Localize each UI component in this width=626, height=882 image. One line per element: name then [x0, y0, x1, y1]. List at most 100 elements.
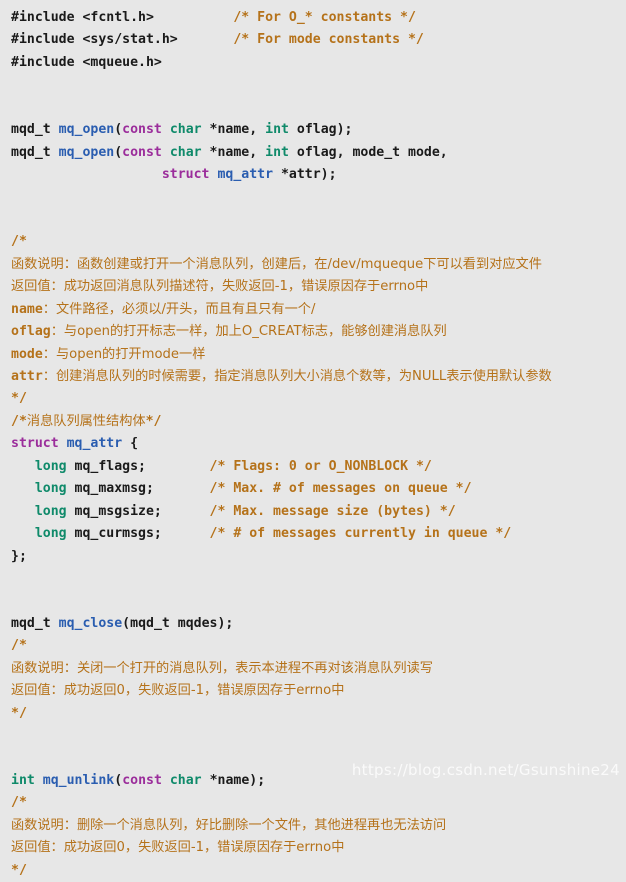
code-token-type: long	[34, 503, 67, 519]
code-line: #include <fcntl.h> /* For O_* constants …	[11, 7, 626, 29]
code-token-cjk: 成功返回0，失败返回-1，错误原因存于errno中	[63, 683, 345, 699]
code-token-plain: oflag	[288, 122, 337, 138]
code-line: int mq_unlink(const char *name);	[11, 770, 626, 792]
code-token-plain: *attr	[273, 167, 321, 183]
code-token-comment: /*	[11, 795, 27, 811]
code-token-keyword: struct	[161, 167, 210, 183]
code-token-cjk: 函数说明：	[11, 256, 77, 272]
code-token-cjk: ：	[42, 369, 56, 384]
code-token-plain: mqd_t	[11, 144, 59, 160]
code-token-punct: );	[320, 167, 337, 183]
code-token-punct: {	[130, 436, 139, 452]
code-token-comment: /* Max. # of messages on queue */	[209, 481, 472, 497]
code-token-comment: /* For mode constants */	[233, 32, 424, 48]
code-token-type: char	[169, 122, 202, 138]
code-token-punct: (	[122, 615, 131, 631]
code-token-punct: );	[217, 615, 234, 631]
code-token-cjk: ：	[42, 301, 56, 317]
code-token-punct: (	[114, 122, 123, 138]
code-token-type: long	[34, 481, 67, 497]
code-token-plain: mq_flags;	[66, 458, 146, 474]
code-line: */	[11, 703, 626, 725]
code-token-type: int	[11, 772, 35, 788]
code-line: name：文件路径，必须以/开头，而且有且只有一个/	[11, 299, 626, 321]
code-token-type: long	[34, 458, 67, 474]
code-token-comment: /* Flags: 0 or O_NONBLOCK */	[209, 458, 432, 474]
code-token-cjk: 消息队列属性结构体	[26, 413, 146, 429]
code-token-keyword: const	[122, 772, 162, 788]
code-token-comment: /* For O_* constants */	[233, 10, 416, 25]
code-token-punct: );	[336, 122, 353, 138]
code-token-plain: *name	[201, 772, 250, 788]
code-token-punct: };	[11, 548, 27, 564]
code-token-plain: mq_curmsgs;	[66, 526, 162, 542]
code-token-keyword: const	[122, 122, 162, 138]
code-token-cjk: 成功返回0，失败返回-1，错误原因存于errno中	[63, 840, 345, 856]
code-line: #include <sys/stat.h> /* For mode consta…	[11, 29, 626, 51]
code-line: #include <mqueue.h>	[11, 52, 626, 74]
code-line: 函数说明：删除一个消息队列，好比删除一个文件，其他进程再也无法访问	[11, 815, 626, 837]
code-token-cjk: 返回值：	[11, 683, 64, 699]
code-token-plain: mqd_t	[11, 615, 59, 631]
code-block: #include <fcntl.h> /* For O_* constants …	[0, 0, 626, 878]
code-token-comment: attr	[11, 369, 43, 384]
code-token-cjk: 文件路径，必须以/开头，而且有且只有一个/	[55, 301, 316, 317]
code-token-plain: #include <fcntl.h>	[11, 10, 154, 25]
code-token-plain: oflag, mode_t mode,	[288, 144, 448, 160]
code-line: /*消息队列属性结构体*/	[11, 411, 626, 433]
code-token-cjk: 删除一个消息队列，好比删除一个文件，其他进程再也无法访问	[76, 817, 447, 833]
code-line: 返回值：成功返回消息队列描述符，失败返回-1，错误原因存于errno中	[11, 276, 626, 298]
code-token-cjk: 关闭一个打开的消息队列，表示本进程不再对该消息队列读写	[76, 660, 433, 676]
code-token-plain: #include <sys/stat.h>	[11, 32, 178, 48]
code-token-punct: );	[249, 772, 266, 788]
code-token-type: int	[265, 144, 289, 160]
code-line: long mq_curmsgs; /* # of messages curren…	[11, 523, 626, 545]
code-token-func: mq_open	[58, 144, 115, 160]
code-token-comment: /*	[11, 413, 27, 429]
code-line: /*	[11, 231, 626, 253]
code-token-comment: /* Max. message size (bytes) */	[209, 503, 456, 519]
code-token-comment: /* # of messages currently in queue */	[209, 526, 512, 542]
code-line: mode：与open的打开mode一样	[11, 344, 626, 366]
code-token-comment: mode	[11, 346, 43, 362]
code-line: mqd_t mq_open(const char *name, int ofla…	[11, 142, 626, 164]
code-token-comment: */	[145, 413, 162, 429]
code-token-type: char	[169, 772, 202, 788]
code-token-plain: mq_msgsize;	[66, 503, 162, 519]
code-token-func: mq_attr	[217, 167, 274, 183]
code-line: attr：创建消息队列的时候需要，指定消息队列大小消息个数等，为NULL表示使用…	[11, 366, 626, 388]
code-line: long mq_flags; /* Flags: 0 or O_NONBLOCK…	[11, 456, 626, 478]
code-lines-container: #include <fcntl.h> /* For O_* constants …	[11, 7, 626, 882]
code-line: long mq_maxmsg; /* Max. # of messages on…	[11, 478, 626, 500]
code-token-punct: (	[114, 144, 123, 160]
code-token-plain: *name,	[201, 122, 266, 138]
code-token-plain: #include <mqueue.h>	[11, 54, 162, 70]
code-token-type: long	[34, 526, 67, 542]
code-token-cjk: 与open的打开标志一样，加上O_CREAT标志，能够创建消息队列	[63, 324, 447, 340]
code-token-comment: /*	[11, 234, 27, 250]
code-token-cjk: 返回值：	[11, 840, 64, 856]
code-token-plain: mq_maxmsg;	[66, 481, 154, 497]
code-line: /*	[11, 792, 626, 814]
code-line: };	[11, 546, 626, 568]
code-token-type: int	[265, 122, 289, 138]
code-token-plain: mqd_t mqdes	[130, 615, 218, 631]
code-token-comment: */	[11, 391, 27, 407]
